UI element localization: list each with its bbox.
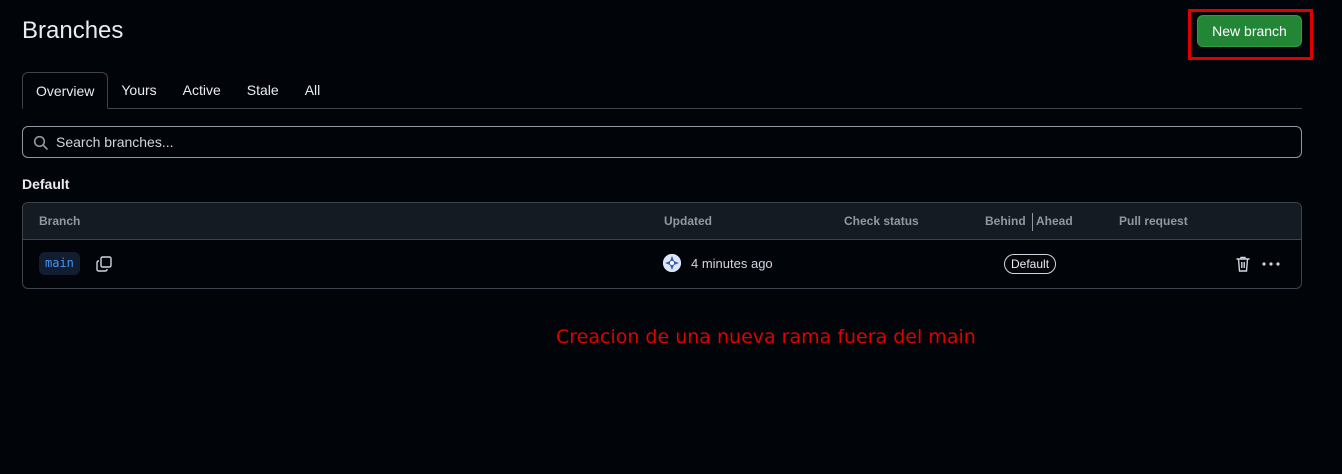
updated-time: 4 minutes ago: [691, 256, 773, 271]
branch-name-link[interactable]: main: [39, 252, 80, 275]
branches-table: Branch Updated Check status Behind Ahead…: [22, 202, 1302, 289]
trash-icon[interactable]: [1235, 255, 1251, 273]
column-header-updated: Updated: [664, 214, 712, 228]
new-branch-button[interactable]: New branch: [1197, 15, 1302, 47]
column-header-branch: Branch: [39, 214, 81, 228]
branch-filter-tabs: Overview Yours Active Stale All: [22, 72, 1302, 109]
table-header: Branch Updated Check status Behind Ahead…: [23, 203, 1301, 240]
column-header-ahead: Ahead: [1036, 214, 1073, 228]
search-input[interactable]: [56, 134, 1256, 150]
search-icon: [33, 135, 48, 150]
annotation-text: Creacion de una nueva rama fuera del mai…: [556, 326, 976, 348]
tab-stale[interactable]: Stale: [234, 72, 292, 108]
avatar[interactable]: [663, 254, 681, 272]
copy-icon[interactable]: [95, 255, 113, 273]
kebab-icon[interactable]: [1261, 256, 1281, 272]
search-box: [22, 126, 1302, 158]
table-row: main 4 minutes ago Default: [23, 240, 1301, 288]
section-heading-default: Default: [22, 176, 70, 192]
default-badge: Default: [1004, 254, 1057, 274]
column-header-pull-request: Pull request: [1119, 214, 1188, 228]
behind-ahead-divider: [1032, 213, 1033, 231]
tab-all[interactable]: All: [292, 72, 334, 108]
column-header-behind: Behind: [985, 214, 1026, 228]
page-title: Branches: [22, 17, 124, 44]
column-header-check-status: Check status: [844, 214, 919, 228]
tab-yours[interactable]: Yours: [108, 72, 169, 108]
tab-overview[interactable]: Overview: [22, 72, 109, 109]
tab-active[interactable]: Active: [170, 72, 234, 108]
